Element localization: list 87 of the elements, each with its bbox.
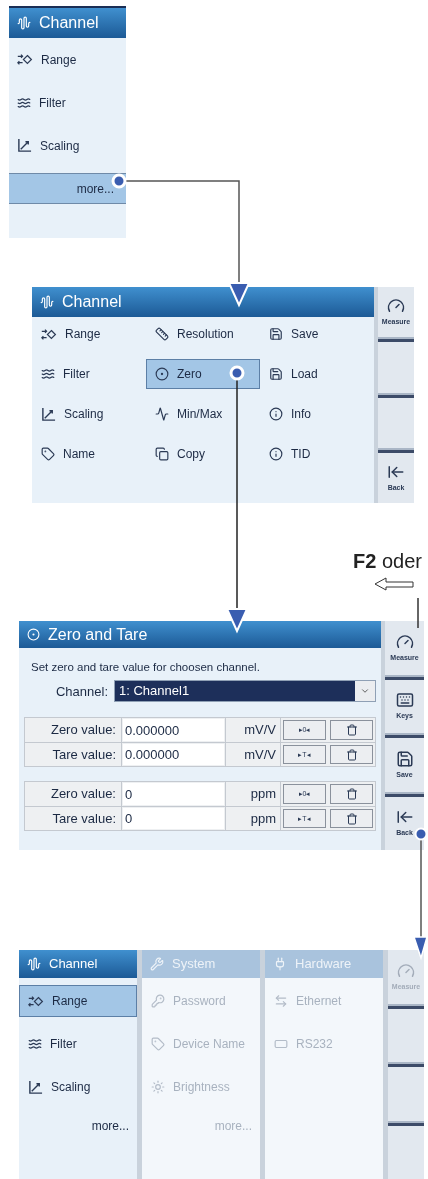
panel-title: Zero and Tare (48, 624, 148, 645)
gauge-icon (387, 296, 405, 315)
menu-item[interactable]: Copy (146, 439, 260, 469)
diamond-arrows-icon (28, 994, 44, 1008)
waves-icon (28, 1037, 42, 1051)
back-arrow-icon (395, 808, 414, 826)
line-chart-icon (41, 406, 56, 422)
trash-icon (345, 724, 358, 737)
waveform-icon (27, 957, 41, 971)
delete-button[interactable] (330, 784, 373, 805)
unit-label: mV/V (225, 743, 281, 767)
menu-item[interactable]: Min/Max (146, 399, 260, 429)
info-icon (269, 407, 283, 421)
plug-icon (273, 957, 287, 971)
trash-icon (345, 748, 358, 761)
menu-item[interactable]: Range (19, 985, 137, 1017)
info-icon (269, 447, 283, 461)
channel-select[interactable]: 1: Channel1 (114, 680, 376, 703)
circle-dot-icon (27, 628, 40, 641)
menu-item[interactable]: Name (32, 439, 146, 469)
circle-dot-icon (155, 367, 169, 381)
delete-button[interactable] (330, 720, 373, 741)
panel-title: Hardware (295, 955, 352, 974)
sun-icon (151, 1080, 165, 1094)
value-field[interactable]: 0.000000 (123, 719, 224, 742)
menu-item[interactable]: Filter (32, 359, 146, 389)
waves-icon (17, 95, 31, 110)
menu-item[interactable]: Info (260, 399, 374, 429)
menu-item[interactable]: TID (260, 439, 374, 469)
connector-port-icon (274, 1037, 288, 1051)
menu-item[interactable]: Zero (146, 359, 260, 389)
line-chart-icon (28, 1079, 43, 1095)
menu-item[interactable]: Resolution (146, 319, 260, 349)
trash-icon (345, 812, 358, 825)
more-item[interactable]: more... (19, 1114, 137, 1138)
waveform-icon (40, 295, 54, 309)
panel-title: Channel (49, 955, 98, 974)
keyboard-icon (395, 691, 414, 709)
panel-title: Channel (39, 13, 99, 33)
marker-dot (111, 173, 127, 189)
pulse-icon (155, 407, 169, 421)
trash-icon (345, 788, 358, 801)
menu-item[interactable]: Scaling (32, 399, 146, 429)
field-label: Zero value: (25, 782, 122, 807)
left-arrow-icon (374, 577, 414, 591)
menu-item[interactable]: Scaling (19, 1071, 137, 1103)
unit-label: mV/V (225, 718, 281, 743)
unit-label: ppm (225, 782, 281, 807)
field-label: Tare value: (25, 807, 122, 831)
wrench-icon (150, 957, 164, 971)
gauge-icon (397, 961, 415, 980)
menu-item[interactable]: Filter (19, 1028, 137, 1060)
delete-button[interactable] (330, 745, 373, 765)
key-hint: F2 oder (353, 549, 422, 574)
unit-label: ppm (225, 807, 281, 831)
key-icon (151, 994, 165, 1008)
gauge-icon (395, 632, 414, 651)
value-field[interactable]: 0 (123, 808, 224, 830)
diamond-arrows-icon (17, 53, 33, 66)
menu-item[interactable]: Range (32, 319, 146, 349)
value-field[interactable]: 0 (123, 783, 224, 806)
waveform-icon (17, 16, 31, 30)
panel-header[interactable]: Channel (19, 950, 137, 978)
waves-icon (41, 367, 55, 381)
diamond-arrows-icon (41, 327, 57, 341)
menu-item[interactable]: Range (9, 38, 126, 81)
marker-dot (229, 365, 245, 381)
channel-label: Channel: (54, 682, 108, 701)
value-field[interactable]: 0.000000 (123, 744, 224, 766)
menu-item[interactable]: Load (260, 359, 374, 389)
tag-icon (151, 1037, 165, 1051)
panel-title: Channel (62, 292, 122, 312)
more-item[interactable]: more... (9, 173, 126, 204)
panel-title: System (172, 955, 216, 974)
left-right-arrow-icon (274, 994, 288, 1008)
leader-line (417, 597, 419, 629)
ruler-icon (155, 327, 169, 341)
tag-icon (41, 447, 55, 461)
line-chart-icon (17, 138, 32, 153)
field-label: Zero value: (25, 718, 122, 743)
menu-item[interactable]: Scaling (9, 124, 126, 167)
field-label: Tare value: (25, 743, 122, 767)
menu-item[interactable]: Save (260, 319, 374, 349)
delete-button[interactable] (330, 809, 373, 829)
description-text: Set zero and tare value for choosen channel. (30, 660, 261, 675)
menu-item[interactable]: Filter (9, 81, 126, 124)
copy-icon (155, 447, 169, 461)
